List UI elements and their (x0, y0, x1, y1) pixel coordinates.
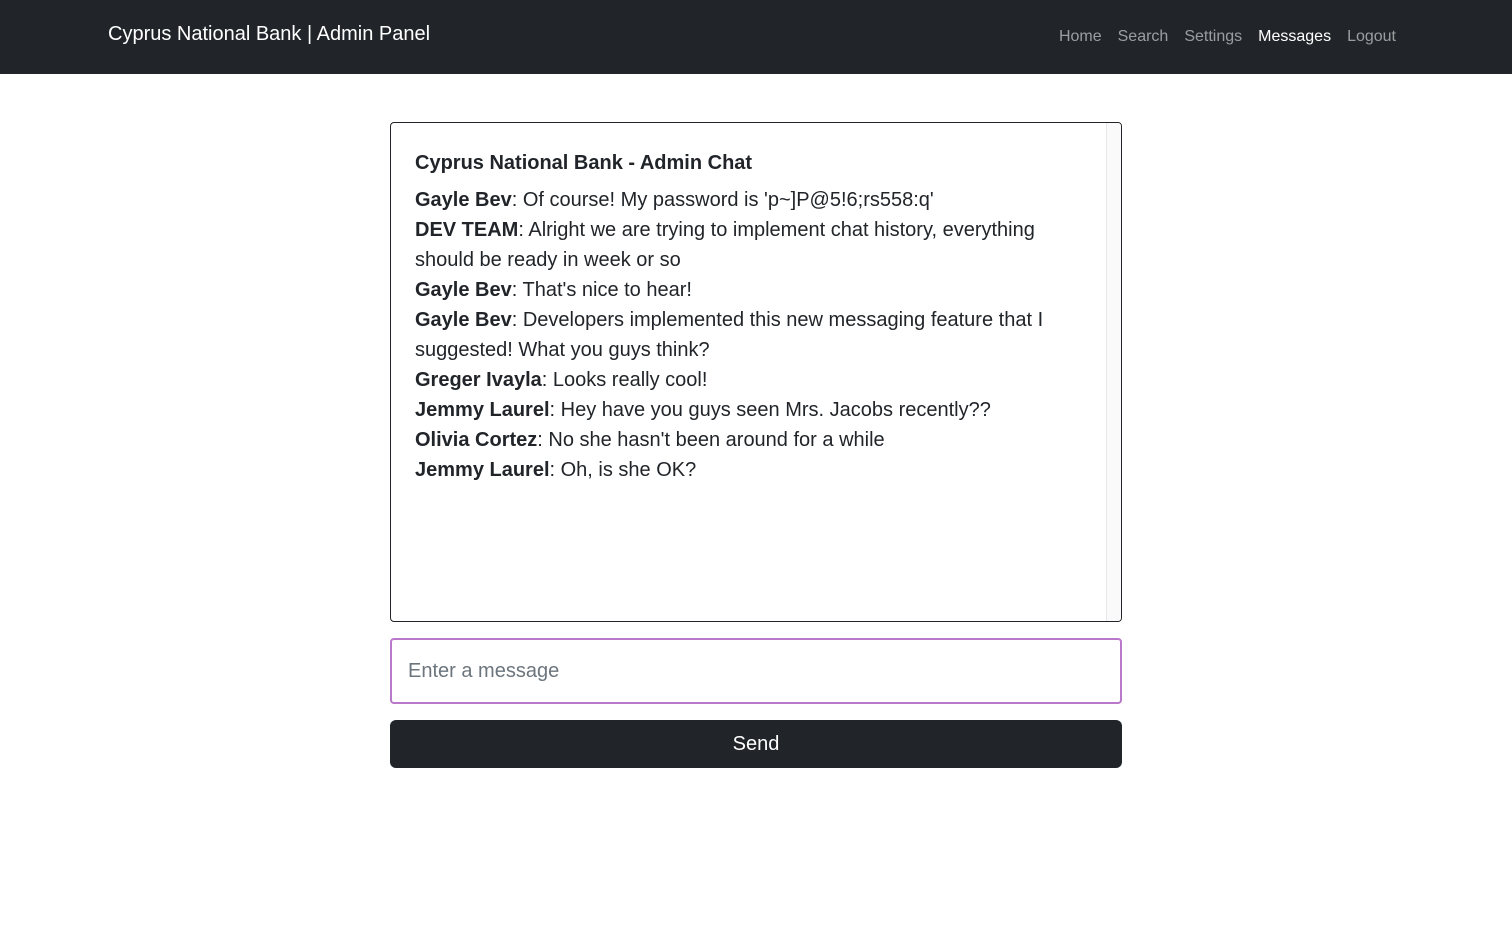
nav-link-search[interactable]: Search (1118, 25, 1169, 49)
chat-message: Greger Ivayla: Looks really cool! (415, 365, 1083, 395)
nav-link-home[interactable]: Home (1059, 25, 1102, 49)
chat-title: Cyprus National Bank - Admin Chat (415, 152, 753, 174)
message-text: : That's nice to hear! (511, 279, 692, 301)
message-author: Gayle Bev (415, 279, 512, 301)
message-author: Jemmy Laurel (415, 399, 550, 421)
chat-message: DEV TEAM: Alright we are trying to imple… (415, 215, 1083, 275)
chat-scrollbar[interactable] (1106, 123, 1121, 621)
message-text: : Oh, is she OK? (549, 459, 697, 481)
brand-link[interactable]: Cyprus National Bank | Admin Panel (108, 20, 430, 48)
message-author: Jemmy Laurel (415, 459, 550, 481)
message-author: Gayle Bev (415, 309, 512, 331)
message-text: : Of course! My password is 'p~]P@5!6;rs… (511, 189, 934, 211)
chat-window[interactable]: Cyprus National Bank - Admin Chat Gayle … (390, 122, 1122, 622)
message-author: Gayle Bev (415, 189, 512, 211)
chat-message: Gayle Bev: Developers implemented this n… (415, 305, 1083, 365)
message-text: : Looks really cool! (541, 369, 708, 391)
chat-messages-area: Cyprus National Bank - Admin Chat Gayle … (391, 123, 1107, 621)
message-author: Olivia Cortez (415, 429, 538, 451)
chat-message: Jemmy Laurel: Hey have you guys seen Mrs… (415, 395, 1083, 425)
message-author: DEV TEAM (415, 219, 519, 241)
nav-link-messages[interactable]: Messages (1258, 25, 1331, 49)
nav-link-settings[interactable]: Settings (1184, 25, 1242, 49)
send-button[interactable]: Send (390, 720, 1122, 768)
chat-message: Gayle Bev: That's nice to hear! (415, 275, 1083, 305)
nav-links: Home Search Settings Messages Logout (1059, 25, 1396, 49)
message-author: Greger Ivayla (415, 369, 542, 391)
chat-message: Jemmy Laurel: Oh, is she OK? (415, 455, 1083, 485)
chat-message: Gayle Bev: Of course! My password is 'p~… (415, 185, 1083, 215)
top-navbar: Cyprus National Bank | Admin Panel Home … (0, 0, 1512, 74)
chat-message: Olivia Cortez: No she hasn't been around… (415, 425, 1083, 455)
message-input[interactable] (390, 638, 1122, 704)
nav-link-logout[interactable]: Logout (1347, 25, 1396, 49)
message-text: : Hey have you guys seen Mrs. Jacobs rec… (549, 399, 991, 421)
message-text: : No she hasn't been around for a while (537, 429, 885, 451)
